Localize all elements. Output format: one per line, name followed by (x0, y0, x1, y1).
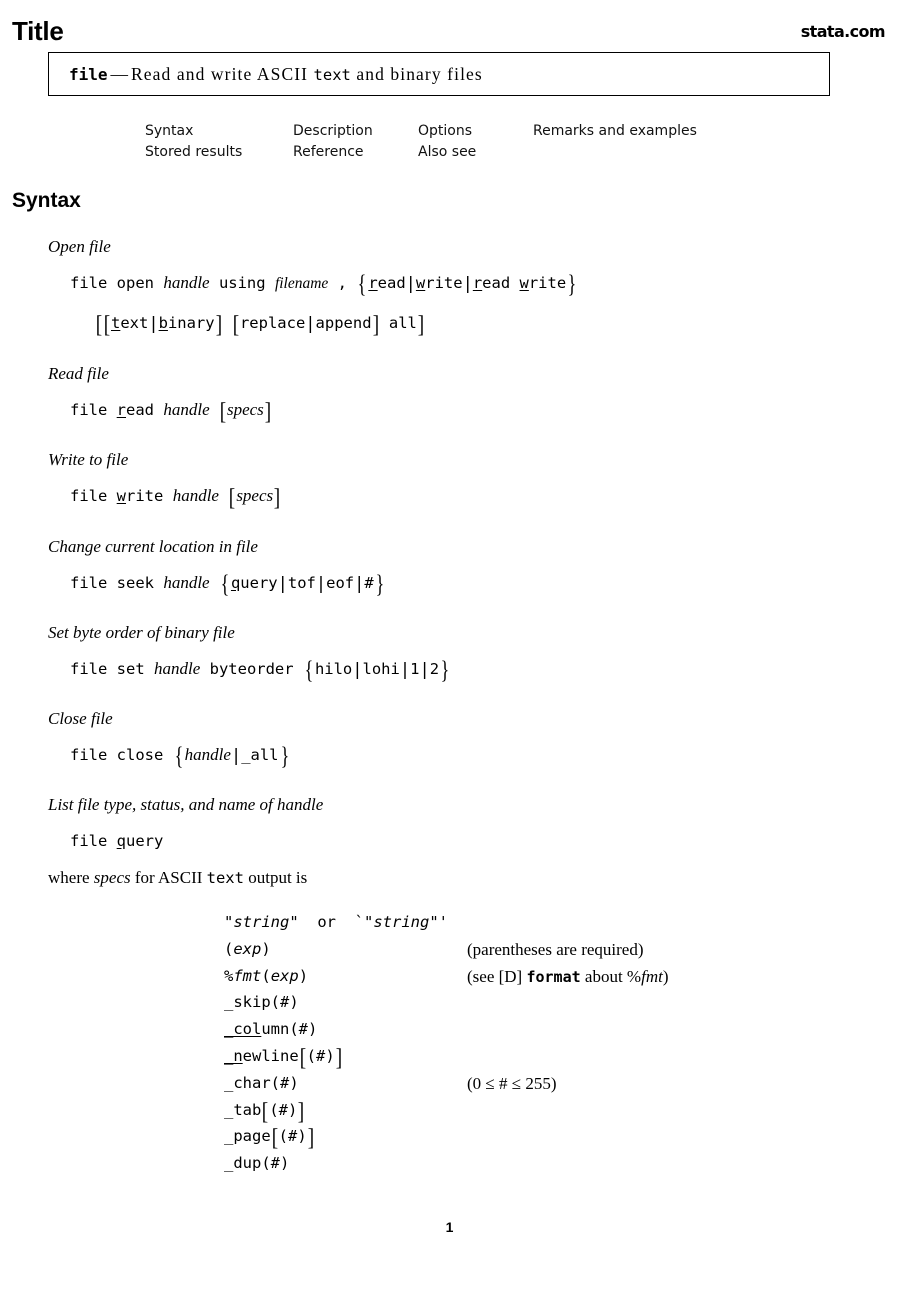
spec-row-fmt: %fmt(exp) (see [D] format about %fmt) (224, 967, 669, 994)
spec-syntax-char: _char(#) (224, 1073, 299, 1092)
spec-row-newline: _newline[(#)] (224, 1044, 669, 1074)
nav-link-remarks-and-examples[interactable]: Remarks and examples (533, 121, 763, 142)
title-box: file — Read and write ASCII text and binar… (48, 52, 830, 96)
fmt-note-mid: about % (580, 966, 642, 986)
spec-row-column: _column(#) (224, 1020, 669, 1047)
section-heading-syntax: Syntax (12, 189, 81, 212)
spec-syntax-exp: (exp) (224, 939, 271, 958)
where-text-mono: text (206, 869, 244, 887)
nav-link-stored-results[interactable]: Stored results (145, 142, 293, 163)
caption-query-file: List file type, status, and name of hand… (48, 795, 324, 814)
nav-link-syntax[interactable]: Syntax (145, 121, 293, 142)
where-post: output is (243, 868, 308, 887)
spec-row-skip: _skip(#) (224, 993, 669, 1020)
where-mid: for ASCII (130, 868, 207, 887)
syntax-read-line-1: file read handle [specs] (70, 399, 271, 425)
specs-list: "string" or `"string"' (exp) (parenthese… (224, 913, 669, 1181)
spec-syntax-dup: _dup(#) (224, 1154, 290, 1173)
command-name: file (69, 65, 108, 84)
page-number: 1 (445, 1219, 454, 1235)
spec-row-dup: _dup(#) (224, 1154, 669, 1181)
caption-set-byteorder: Set byte order of binary file (48, 623, 235, 642)
syntax-query-line-1: file query (70, 832, 164, 850)
title-box-text: file — Read and write ASCII text and binar… (69, 64, 483, 85)
syntax-open-line-2: [[text|binary] [replace|append] all] (95, 312, 425, 338)
spec-syntax-fmt: %fmt(exp) (224, 966, 309, 985)
nav-link-description[interactable]: Description (293, 121, 418, 142)
syntax-close-line-1: file close {handle|_all} (70, 743, 289, 770)
syntax-write-line-1: file write handle [specs] (70, 485, 281, 511)
where-specs-italic: specs (93, 868, 131, 887)
fmt-note-post: ) (662, 966, 669, 986)
section-nav: Syntax Description Options Remarks and e… (145, 121, 763, 163)
nav-row-2: Stored results Reference Also see (145, 142, 763, 163)
nav-link-reference[interactable]: Reference (293, 142, 418, 163)
spec-syntax-string: "string" or `"string"' (224, 913, 449, 931)
fmt-note-command: format (526, 967, 581, 986)
spec-syntax-skip: _skip(#) (224, 993, 299, 1012)
spec-note-fmt: (see [D] format about %fmt) (467, 967, 669, 987)
stata-com-brand: stata.com (800, 22, 886, 41)
fmt-note-fmt: fmt (641, 966, 663, 986)
syntax-open-line-1: file open handle using filename , {read|… (70, 271, 577, 298)
fmt-note-pre: (see [D] (467, 966, 527, 986)
title-desc-mono: text (313, 66, 351, 84)
spec-syntax-page: _page[(#)] (224, 1125, 314, 1152)
spec-row-char: _char(#) (0 ≤ # ≤ 255) (224, 1074, 669, 1101)
caption-seek-file: Change current location in file (48, 537, 258, 556)
spec-syntax-newline: _newline[(#)] (224, 1044, 342, 1071)
title-desc-post: and binary files (350, 64, 483, 84)
title-desc-pre: Read and write ASCII (131, 64, 314, 84)
nav-link-also-see[interactable]: Also see (418, 142, 533, 163)
page-title: Title (12, 16, 64, 46)
syntax-set-line-1: file set handle byteorder {hilo|lohi|1|2… (70, 657, 450, 684)
document-page: Title stata.com file — Read and write ASCI… (0, 0, 899, 1315)
spec-row-page: _page[(#)] (224, 1125, 669, 1154)
spec-note-exp: (parentheses are required) (467, 939, 644, 959)
nav-row-1: Syntax Description Options Remarks and e… (145, 121, 763, 142)
em-dash: — (110, 64, 129, 84)
spec-row-string: "string" or `"string"' (224, 913, 669, 940)
caption-close-file: Close file (48, 709, 113, 728)
spec-syntax-column: _column(#) (224, 1020, 318, 1039)
spec-note-char: (0 ≤ # ≤ 255) (467, 1073, 557, 1093)
caption-write-file: Write to file (48, 450, 129, 469)
caption-open-file: Open file (48, 237, 111, 256)
where-pre: where (48, 868, 94, 887)
spec-row-exp: (exp) (parentheses are required) (224, 940, 669, 967)
syntax-seek-line-1: file seek handle {query|tof|eof|#} (70, 571, 385, 598)
nav-link-options[interactable]: Options (418, 121, 533, 142)
where-specs-line: where specs for ASCII text output is (48, 868, 307, 888)
caption-read-file: Read file (48, 364, 109, 383)
spec-row-tab: _tab[(#)] (224, 1098, 669, 1128)
spec-syntax-tab: _tab[(#)] (224, 1098, 305, 1125)
